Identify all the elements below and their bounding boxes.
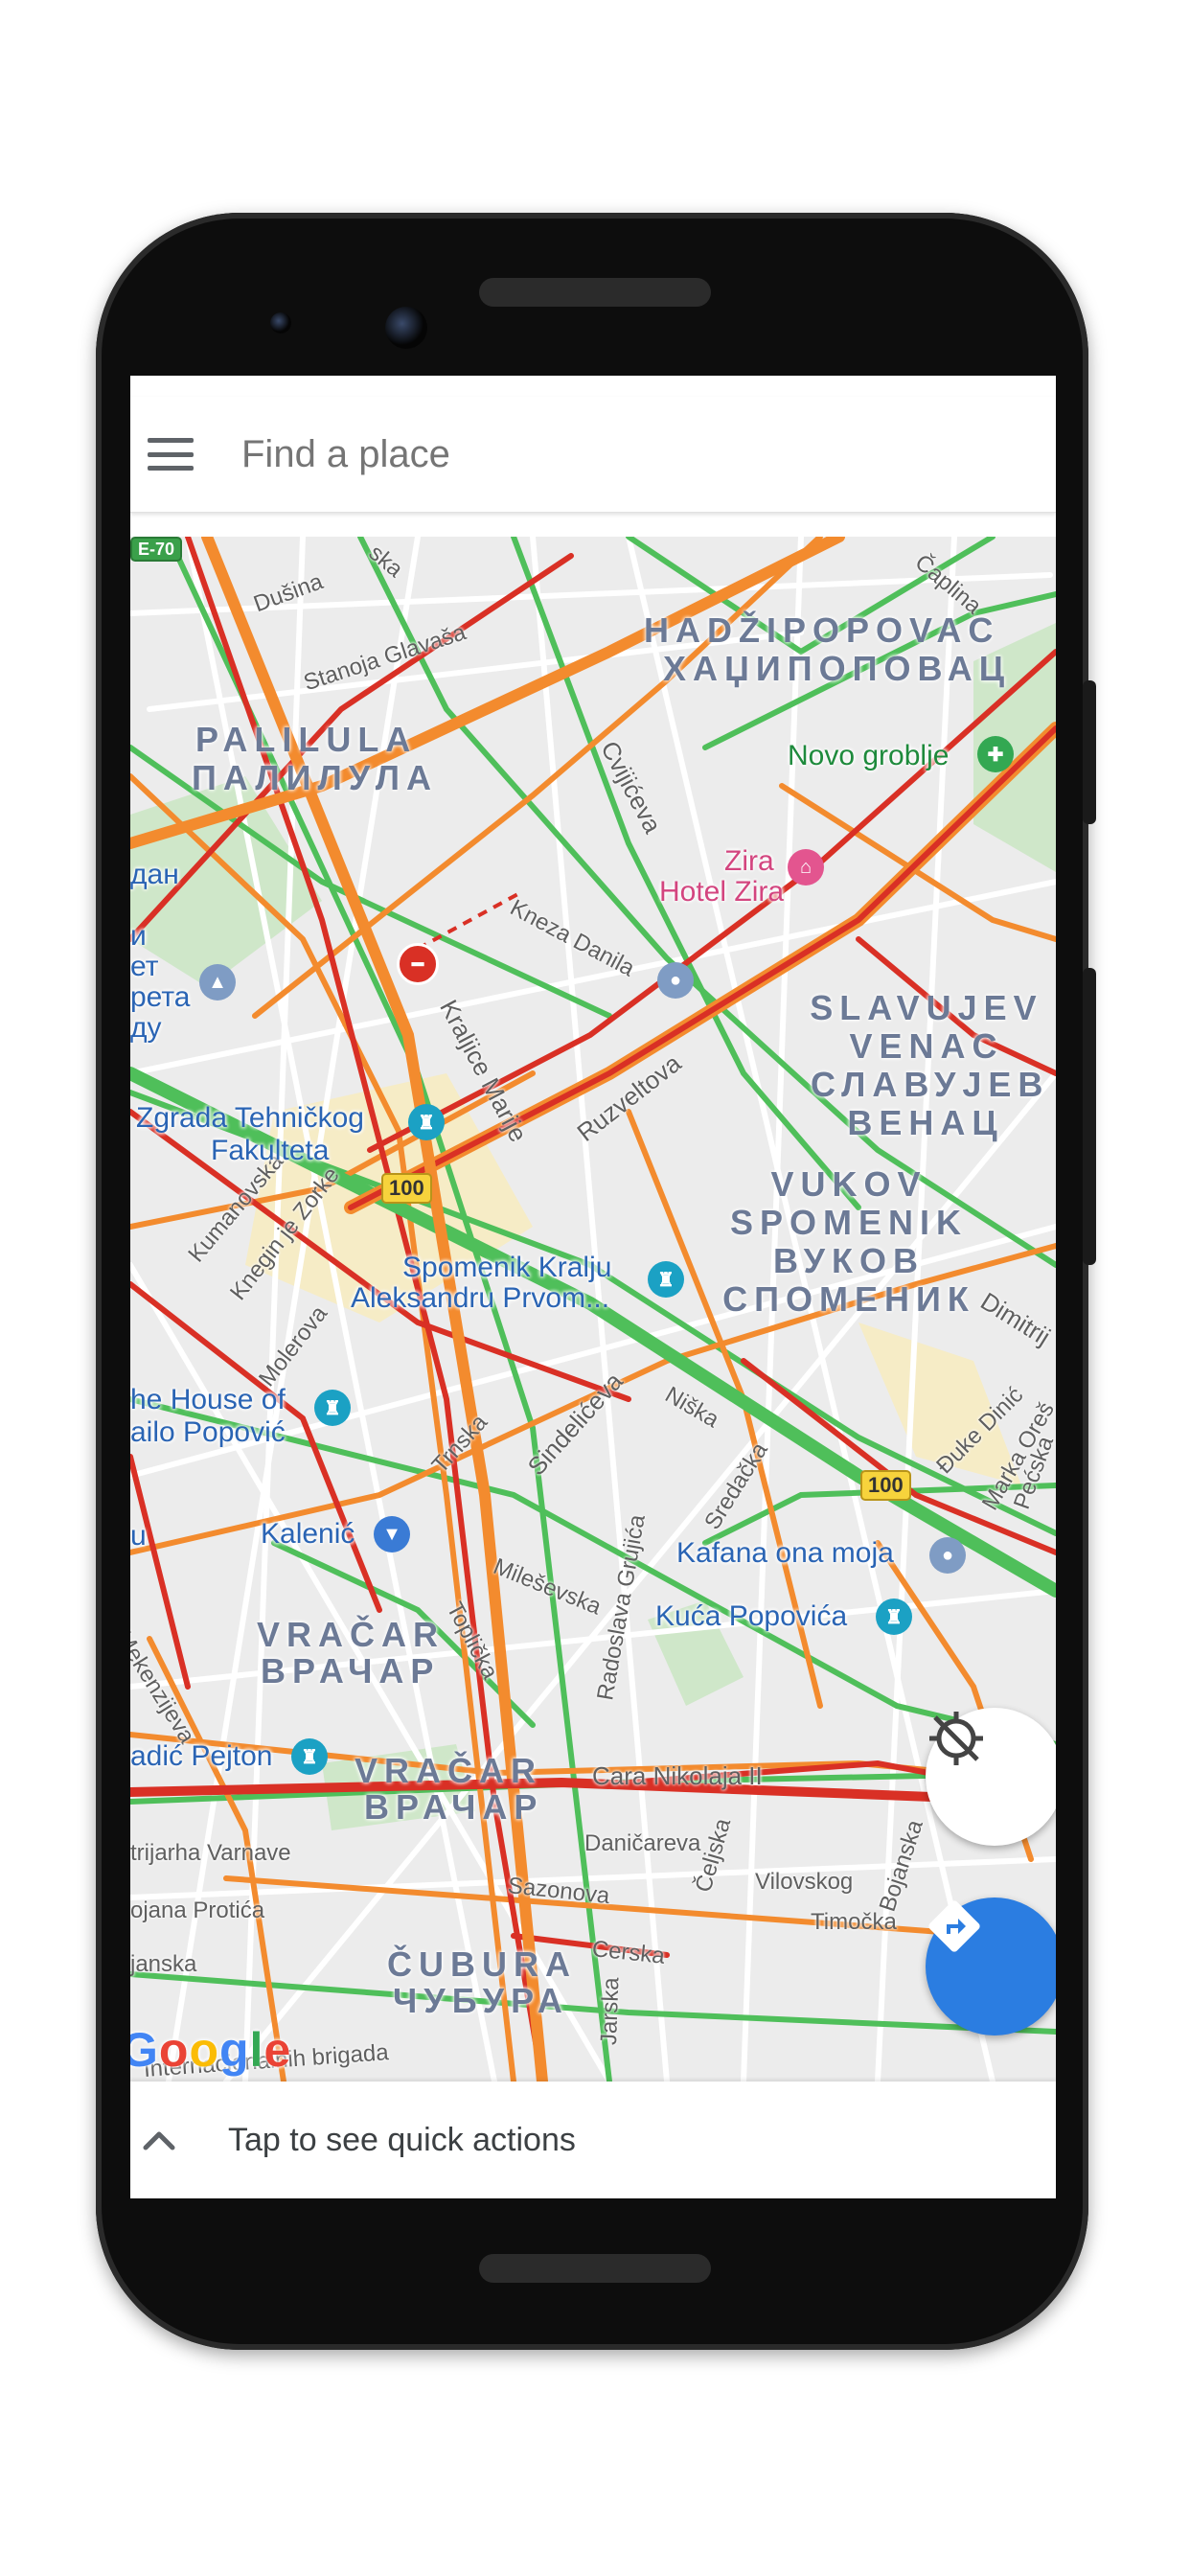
poi-label[interactable]: Aleksandru Prvom... xyxy=(351,1282,609,1315)
landmark-icon[interactable]: ♜ xyxy=(314,1390,351,1426)
directions-icon xyxy=(928,1900,980,1952)
poi-label[interactable]: Spomenik Kralju xyxy=(402,1252,611,1284)
street-label: Jarska xyxy=(596,1976,625,2046)
poi-label[interactable]: Kafana ona moja xyxy=(676,1537,894,1570)
quick-actions-bar[interactable]: Tap to see quick actions xyxy=(130,2082,1056,2198)
district-label: HADŽIPOPOVAC xyxy=(644,610,1000,650)
highway-shield: 100 xyxy=(860,1470,911,1501)
google-logo: Google xyxy=(130,2023,292,2077)
street-label: Vilovskog xyxy=(755,1869,854,1895)
street-label: Timočka xyxy=(811,1909,897,1935)
district-label: СЛАВУЈЕВ ВЕНАЦ xyxy=(811,1065,1050,1142)
street-label: Daničareva xyxy=(584,1830,701,1856)
highway-shield: 100 xyxy=(381,1173,432,1204)
poi-label[interactable]: Fakulteta xyxy=(211,1135,329,1167)
poi-label[interactable]: Kuća Popovića xyxy=(655,1600,847,1633)
map-view[interactable]: E-70 100 100 Dušina Stanoja Glavaša Cvij… xyxy=(130,537,1056,2082)
poi-label[interactable]: ailo Popović xyxy=(130,1416,286,1449)
district-label: PALILULA xyxy=(195,720,418,759)
district-label: ЧУБУРА xyxy=(393,1981,569,2020)
poi-label[interactable]: he House of xyxy=(130,1384,286,1416)
shopping-icon[interactable]: ▼ xyxy=(374,1516,410,1552)
hotel-icon[interactable]: ⌂ xyxy=(788,849,824,886)
poi-label[interactable]: Novo groblje xyxy=(788,740,949,772)
district-label: ХАЏИПОПОВАЦ xyxy=(663,649,1012,688)
district-label: SLAVUJEV VENAC xyxy=(810,988,1043,1066)
app-screen: E-70 100 100 Dušina Stanoja Glavaša Cvij… xyxy=(130,376,1056,2198)
school-icon[interactable]: ▲ xyxy=(199,964,236,1000)
poi-label[interactable]: adić Pejton xyxy=(130,1740,272,1773)
poi-label[interactable]: Hotel Zira xyxy=(659,876,784,908)
place-icon[interactable]: ● xyxy=(657,962,694,999)
quick-actions-label: Tap to see quick actions xyxy=(228,2121,576,2158)
poi-label: рета xyxy=(130,981,191,1013)
poi-label: ду xyxy=(130,1012,162,1044)
district-label: VUKOV SPOMENIK xyxy=(729,1164,969,1242)
district-label: ВРАЧАР xyxy=(261,1651,441,1690)
district-label: ПАЛИЛУЛА xyxy=(192,758,438,797)
crosshair-off-icon xyxy=(929,1712,983,1765)
district-label: ČUBURA xyxy=(387,1944,577,1984)
cemetery-icon[interactable]: ✚ xyxy=(977,736,1014,772)
phone-power-button xyxy=(1083,680,1096,824)
landmark-icon[interactable]: ♜ xyxy=(876,1598,912,1635)
route-shield-e70: E-70 xyxy=(130,537,183,562)
district-label: VRAČAR xyxy=(257,1615,446,1654)
my-location-button[interactable] xyxy=(926,1708,1056,1846)
poi-label: и xyxy=(130,920,147,952)
poi-label[interactable]: Kalenić xyxy=(261,1518,355,1551)
front-camera xyxy=(385,307,427,349)
landmark-icon[interactable]: ♜ xyxy=(648,1261,684,1298)
district-label: ВРАЧАР xyxy=(364,1787,544,1827)
place-icon[interactable]: ● xyxy=(929,1537,966,1574)
street-label: trijarha Varnave xyxy=(130,1840,291,1866)
landmark-icon[interactable]: ♜ xyxy=(291,1738,328,1775)
front-sensor xyxy=(270,312,291,334)
street-label: janska xyxy=(130,1951,197,1977)
poi-label: u xyxy=(130,1520,147,1552)
search-input[interactable] xyxy=(240,431,972,477)
search-bar xyxy=(130,397,1056,513)
poi-label: ет xyxy=(130,951,159,982)
poi-label: дан xyxy=(130,859,179,890)
directions-button[interactable] xyxy=(926,1898,1056,2036)
road-closed-icon[interactable]: ━ xyxy=(397,943,439,985)
poi-label[interactable]: Zgrada Tehničkog xyxy=(136,1102,364,1135)
phone-bottom-speaker xyxy=(479,2254,711,2283)
hamburger-menu-icon[interactable] xyxy=(148,438,194,471)
phone-top-speaker xyxy=(479,278,711,307)
street-label: Cara Nikolaja II xyxy=(592,1761,763,1790)
poi-label[interactable]: Zira xyxy=(724,845,774,878)
district-label: VRAČAR xyxy=(355,1751,543,1790)
chevron-up-icon xyxy=(143,2131,175,2150)
street-label: ojana Protića xyxy=(130,1898,265,1923)
phone-volume-button xyxy=(1083,968,1096,1265)
district-label: ВУКОВ СПОМЕНИК xyxy=(722,1241,975,1319)
landmark-icon[interactable]: ♜ xyxy=(408,1104,445,1140)
